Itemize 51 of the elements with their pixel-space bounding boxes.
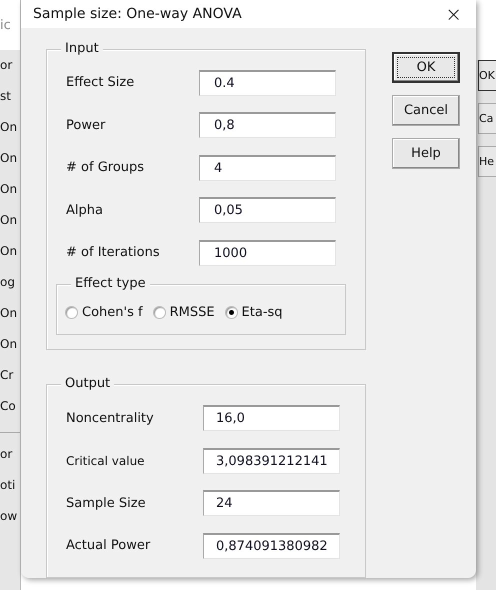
input-field[interactable]: 0.4 [199,70,336,96]
list-item[interactable]: st [0,81,20,112]
input-field[interactable]: 24 [203,490,340,516]
group-title: Input [61,40,103,56]
input-field[interactable]: 0,874091380982 [203,532,340,559]
radio-label[interactable]: RMSSE [170,305,215,320]
field-label: # of Groups [66,160,146,176]
list-item[interactable]: og [0,267,20,298]
field-label: Actual Power [66,538,152,554]
list-item[interactable]: or [0,50,20,81]
group-title: Output [61,376,114,391]
input-field[interactable]: 1000 [199,240,336,266]
list-item[interactable]: On [0,143,20,174]
dialog-button[interactable]: Help [392,138,460,168]
radio-label[interactable]: Cohen's f [82,305,143,320]
field-label: Critical value [66,454,146,468]
field-label: # of Iterations [66,245,161,260]
list-item[interactable]: On [0,112,20,143]
list-item[interactable]: On [0,329,20,360]
list-item[interactable]: oti [0,470,20,501]
window-title: Sample size: One-way ANOVA [33,6,242,22]
radio-label[interactable]: Eta-sq [242,305,283,320]
field-label: Power [66,118,106,133]
dialog-button[interactable]: Cancel [392,94,460,126]
window-title: ic [0,0,20,50]
list-item[interactable]: Co [0,391,20,422]
dialog-button[interactable]: OK [478,60,496,91]
list-item[interactable]: On [0,236,20,267]
input-field[interactable]: 16,0 [203,405,340,432]
list-item[interactable]: On [0,298,20,329]
dialog-button[interactable]: He [478,146,496,177]
list-item[interactable]: ow [0,501,20,532]
field-label: Noncentrality [66,410,155,426]
radio-button[interactable] [65,306,78,319]
dialog-button[interactable]: OK [392,52,460,82]
input-field[interactable]: 3,098391212141 [203,448,340,474]
list-item[interactable]: Cr [0,360,20,391]
list-item[interactable]: or [0,439,20,470]
input-field[interactable]: 0,8 [199,112,336,138]
group-title: Effect type [71,276,150,291]
field-label: Sample Size [66,496,147,511]
list-item[interactable]: On [0,174,20,205]
input-field[interactable]: 0,05 [199,197,336,224]
list-item[interactable]: On [0,205,20,236]
field-label: Effect Size [66,75,136,90]
close-button[interactable]: × [445,2,462,26]
input-field[interactable]: 4 [199,154,336,181]
radio-button[interactable] [152,306,166,319]
dialog-button[interactable]: Ca [478,103,496,134]
field-label: Alpha [66,202,104,218]
radio-button[interactable] [224,306,238,319]
